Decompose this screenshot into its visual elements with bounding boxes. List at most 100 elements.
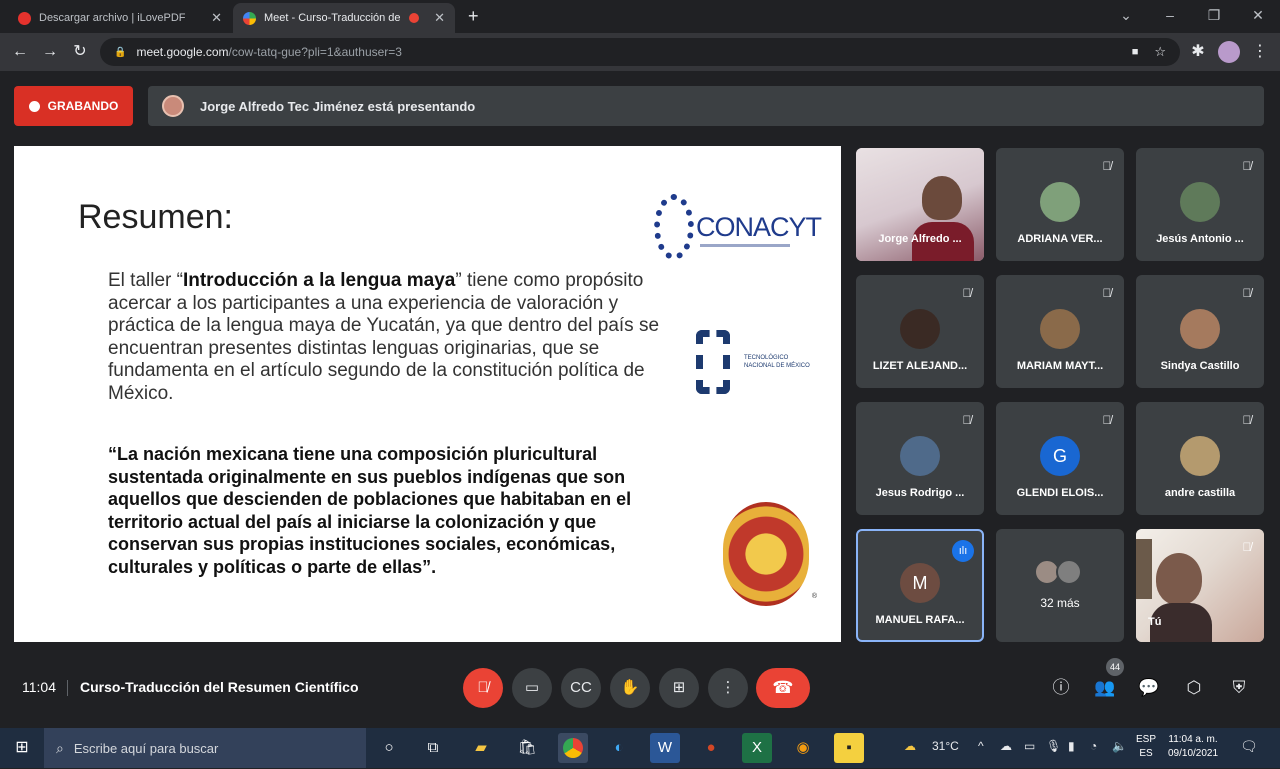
windows-start-icon[interactable]: ⊞ <box>0 728 44 768</box>
recording-dot-icon <box>28 100 40 112</box>
tab-title: Meet - Curso-Traducción de <box>264 12 401 24</box>
minimize-button[interactable]: – <box>1148 7 1192 23</box>
app-icon[interactable]: ◉ <box>788 733 818 763</box>
battery-icon[interactable]: ▮ <box>1068 739 1075 753</box>
meet-favicon-icon <box>243 11 256 25</box>
participant-name: GLENDI ELOIS... <box>1016 487 1104 499</box>
camera-button[interactable]: ▭ <box>512 668 552 708</box>
forward-arrow-icon[interactable]: → <box>40 42 60 62</box>
language-indicator[interactable]: ESP ES <box>1136 733 1156 761</box>
close-tab-icon[interactable]: ✕ <box>211 10 222 26</box>
participant-tile[interactable]: 🎙̸ ADRIANA VER... <box>996 148 1124 261</box>
participant-tile-speaking[interactable]: ılı M MANUEL RAFA... <box>856 529 984 642</box>
raise-hand-button[interactable]: ✋ <box>610 668 650 708</box>
participant-tile[interactable]: 🎙̸ Jesús Antonio ... <box>1136 148 1264 261</box>
network-icon[interactable]: ▭ <box>1024 739 1035 753</box>
excel-icon[interactable]: X <box>742 733 772 763</box>
people-icon[interactable]: 👥 <box>1094 677 1116 699</box>
mic-off-button[interactable]: 🎙̸ <box>463 668 503 708</box>
participant-tile[interactable]: 🎙̸ G GLENDI ELOIS... <box>996 402 1124 515</box>
meeting-time: 11:04 <box>22 679 56 695</box>
participant-name: LIZET ALEJAND... <box>872 360 968 372</box>
wifi-icon[interactable]: ◔ <box>1090 739 1097 753</box>
meeting-info-icon[interactable]: ⓘ <box>1050 677 1072 699</box>
notifications-icon[interactable]: 🗨 <box>1240 738 1258 755</box>
taskbar-search[interactable]: ⌕ Escribe aquí para buscar <box>44 728 366 768</box>
language-code: ESP <box>1136 734 1157 745</box>
restore-button[interactable]: ❐ <box>1192 7 1236 24</box>
mic-off-icon: 🎙̸ <box>962 286 972 300</box>
close-tab-icon[interactable]: ✕ <box>434 10 445 26</box>
chrome-menu-icon[interactable]: ⋮ <box>1250 42 1270 62</box>
audio-level-icon: ılı <box>952 540 974 562</box>
workshop-title: Introducción a la lengua maya <box>182 270 456 291</box>
cortana-icon[interactable]: ○ <box>374 733 404 763</box>
new-tab-button[interactable]: + <box>468 6 479 27</box>
edge-icon[interactable]: ◐ <box>604 733 634 763</box>
participant-tile[interactable]: 🎙̸ MARIAM MAYT... <box>996 275 1124 388</box>
volume-icon[interactable]: 🔈 <box>1112 739 1127 753</box>
participant-tile[interactable]: 🎙̸ Jesus Rodrigo ... <box>856 402 984 515</box>
word-icon[interactable]: W <box>650 733 680 763</box>
recording-badge[interactable]: GRABANDO <box>14 86 133 126</box>
close-window-button[interactable]: ✕ <box>1236 7 1280 24</box>
extensions-puzzle-icon[interactable]: ✱ <box>1188 42 1208 62</box>
tecnm-wordmark: TECNOLÓGICO NACIONAL DE MÉXICO <box>744 355 810 369</box>
participant-name: MANUEL RAFA... <box>875 614 965 626</box>
keyboard-layout: ES <box>1139 748 1153 759</box>
conacyt-logo: CONACYT <box>654 194 822 260</box>
tab-meet[interactable]: Meet - Curso-Traducción de ✕ <box>233 3 455 33</box>
address-bar[interactable]: 🔒 meet.google.com /cow-tatq-gue?pli=1&au… <box>100 38 1180 66</box>
more-options-button[interactable]: ⋮ <box>708 668 748 708</box>
captions-button[interactable]: CC <box>561 668 601 708</box>
powerpoint-icon[interactable]: ● <box>696 733 726 763</box>
chrome-icon[interactable] <box>558 733 588 763</box>
url-host: meet.google.com <box>136 45 229 59</box>
bookmark-star-icon[interactable]: ☆ <box>1154 44 1166 60</box>
weather-icon[interactable]: ☁ <box>904 739 916 753</box>
window-controls: ⌄ – ❐ ✕ <box>1104 0 1280 30</box>
store-icon[interactable]: 🛍 <box>512 733 542 763</box>
profile-avatar[interactable] <box>1218 41 1240 63</box>
onedrive-icon[interactable]: ☁ <box>1000 739 1012 753</box>
chat-icon[interactable]: 💬 <box>1138 677 1160 699</box>
activities-icon[interactable]: ⬡ <box>1183 677 1205 699</box>
reload-icon[interactable]: ↻ <box>70 42 90 62</box>
self-face <box>1156 553 1202 605</box>
more-participants-label: 32 más <box>1040 596 1080 610</box>
avatar <box>1056 559 1082 585</box>
participant-tile-presenter[interactable]: Jorge Alfredo ... <box>856 148 984 261</box>
microphone-icon[interactable]: 🎙 <box>1046 739 1061 753</box>
avatar <box>900 436 940 476</box>
mic-off-icon: 🎙̸ <box>1102 413 1112 427</box>
presentation-slide: Resumen: El taller “Introducción a la le… <box>14 146 841 642</box>
participant-name: Sindya Castillo <box>1160 360 1240 372</box>
clock-time: 11:04 a. m. <box>1168 734 1218 745</box>
clock[interactable]: 11:04 a. m. 09/10/2021 <box>1168 733 1218 761</box>
self-view-tile[interactable]: 🎙̸ Tú <box>1136 529 1264 642</box>
task-view-icon[interactable]: ⧉ <box>418 733 448 763</box>
sticky-notes-icon[interactable]: ▪ <box>834 733 864 763</box>
tab-ilovepdf[interactable]: Descargar archivo | iLovePDF ✕ <box>8 3 232 33</box>
lock-icon: 🔒 <box>114 46 127 58</box>
camera-in-use-icon[interactable]: ■ <box>1132 46 1139 58</box>
participant-tile[interactable]: 🎙̸ Sindya Castillo <box>1136 275 1264 388</box>
participant-tile[interactable]: 🎙̸ andre castilla <box>1136 402 1264 515</box>
show-hidden-icons-icon[interactable]: ^ <box>978 739 984 753</box>
avatar <box>1040 182 1080 222</box>
present-screen-button[interactable]: ⊞ <box>659 668 699 708</box>
weather-temp[interactable]: 31°C <box>932 739 959 753</box>
browser-tab-bar: Descargar archivo | iLovePDF ✕ Meet - Cu… <box>0 0 1280 33</box>
leave-call-button[interactable]: ☎ <box>756 668 810 708</box>
more-participants-tile[interactable]: 32 más <box>996 529 1124 642</box>
host-controls-shield-icon[interactable]: ⛨ <box>1228 677 1250 699</box>
back-arrow-icon[interactable]: ← <box>10 42 30 62</box>
tab-search-icon[interactable]: ⌄ <box>1104 7 1148 24</box>
participant-name: andre castilla <box>1164 487 1236 499</box>
meeting-title: Curso-Traducción del Resumen Científico <box>80 679 359 695</box>
mic-off-icon: 🎙̸ <box>1242 540 1252 554</box>
avatar <box>1180 182 1220 222</box>
file-explorer-icon[interactable]: ▰ <box>466 733 496 763</box>
presenter-avatar <box>162 95 184 117</box>
participant-tile[interactable]: 🎙̸ LIZET ALEJAND... <box>856 275 984 388</box>
